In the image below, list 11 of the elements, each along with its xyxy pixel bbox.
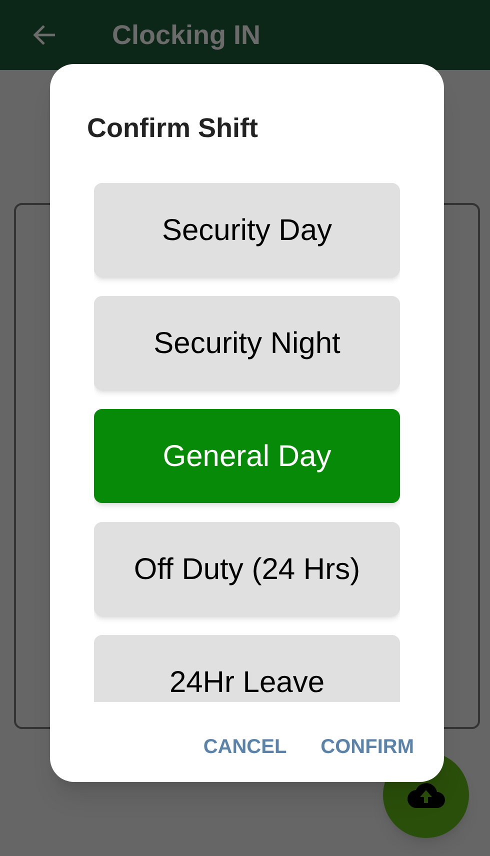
dialog-button[interactable]: CONFIRM	[320, 728, 414, 766]
cloud-upload-icon	[407, 782, 445, 808]
shift-option[interactable]: Security Day	[94, 183, 400, 277]
screen-title: Clocking IN	[112, 18, 261, 52]
dialog-button[interactable]: CANCEL	[203, 728, 287, 766]
shift-option[interactable]: 24Hr Leave	[94, 635, 400, 702]
dialog-title: Confirm Shift	[87, 112, 258, 145]
shift-option[interactable]: General Day	[94, 409, 400, 503]
shift-option[interactable]: Off Duty (24 Hrs)	[94, 522, 400, 616]
shift-option[interactable]: Security Night	[94, 296, 400, 390]
back-icon[interactable]	[31, 23, 57, 47]
